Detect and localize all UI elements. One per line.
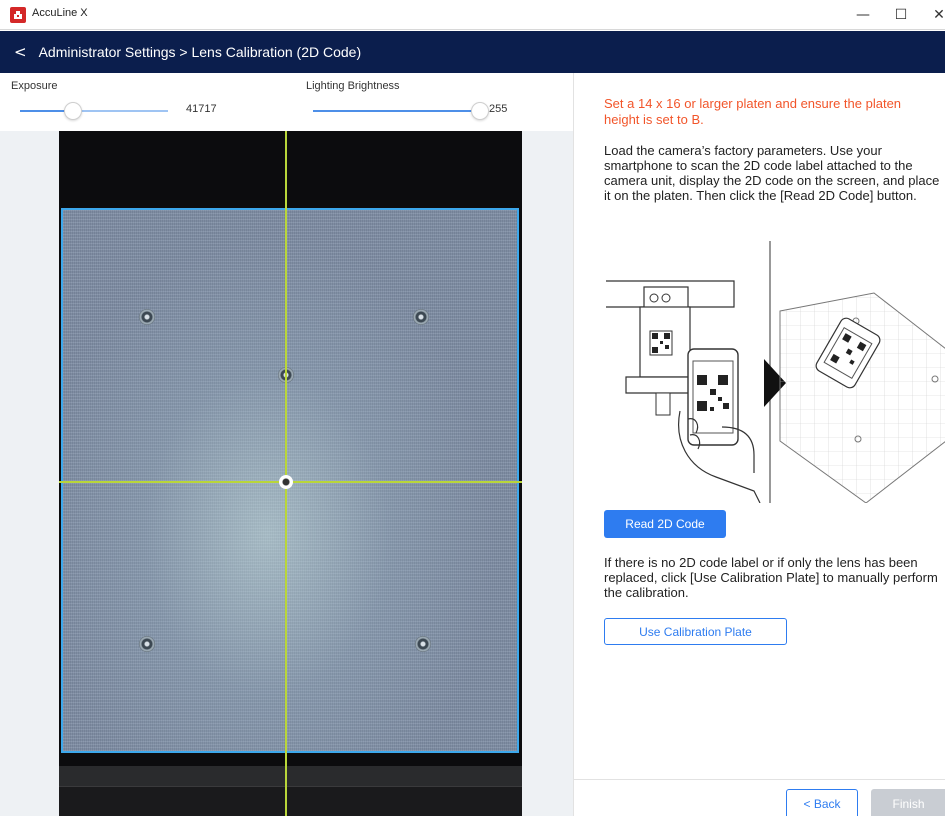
minimize-icon: — [856, 7, 870, 23]
platen-base [59, 766, 522, 786]
finish-button: Finish [871, 789, 945, 816]
back-button[interactable]: < Back [786, 789, 858, 816]
app-logo-icon [10, 7, 26, 23]
exposure-label: Exposure [11, 80, 58, 92]
window-titlebar: AccuLine X — ☐ ✕ [0, 0, 945, 30]
brightness-label: Lighting Brightness [306, 80, 400, 92]
brightness-value: 255 [489, 103, 508, 115]
platen-screw-bottom-left [139, 636, 155, 652]
calibration-note: If there is no 2D code label or if only … [604, 555, 938, 600]
phone-scan-illustration-icon [606, 241, 945, 504]
exposure-slider-thumb[interactable] [64, 102, 83, 120]
maximize-button[interactable]: ☐ [882, 0, 920, 30]
platen-screw-top-right [413, 309, 429, 325]
platen-screw-top-left [139, 309, 155, 325]
maximize-icon: ☐ [894, 7, 908, 23]
window-title: AccuLine X [32, 7, 88, 19]
crosshair-center-icon [279, 475, 293, 489]
brightness-slider[interactable] [313, 102, 489, 120]
camera-preview[interactable] [59, 131, 522, 816]
use-calibration-plate-button[interactable]: Use Calibration Plate [604, 618, 787, 645]
load-instructions: Load the camera’s factory parameters. Us… [604, 143, 940, 203]
brightness-slider-fill [313, 110, 480, 112]
camera-controls: Exposure 41717 Lighting Brightness 255 [0, 73, 573, 131]
instruction-panel: Set a 14 x 16 or larger platen and ensur… [573, 73, 945, 816]
breadcrumb: Administrator Settings > Lens Calibratio… [38, 44, 362, 60]
exposure-slider[interactable] [20, 102, 168, 120]
platen-warning: Set a 14 x 16 or larger platen and ensur… [604, 96, 902, 127]
minimize-button[interactable]: — [844, 0, 882, 30]
read-2d-code-button[interactable]: Read 2D Code [604, 510, 726, 538]
close-button[interactable]: ✕ [920, 0, 945, 30]
platen-base-lower [59, 786, 522, 816]
back-chevron-icon[interactable]: < [14, 43, 27, 61]
platen-screw-bottom-right [415, 636, 431, 652]
footer-divider [574, 779, 945, 780]
exposure-value: 41717 [186, 103, 217, 115]
brightness-slider-thumb[interactable] [471, 102, 489, 120]
page-header: < Administrator Settings > Lens Calibrat… [0, 31, 945, 73]
scan-illustration [604, 241, 945, 504]
crosshair-vertical [285, 131, 287, 816]
camera-panel: Exposure 41717 Lighting Brightness 255 [0, 73, 573, 816]
close-icon: ✕ [933, 7, 945, 23]
